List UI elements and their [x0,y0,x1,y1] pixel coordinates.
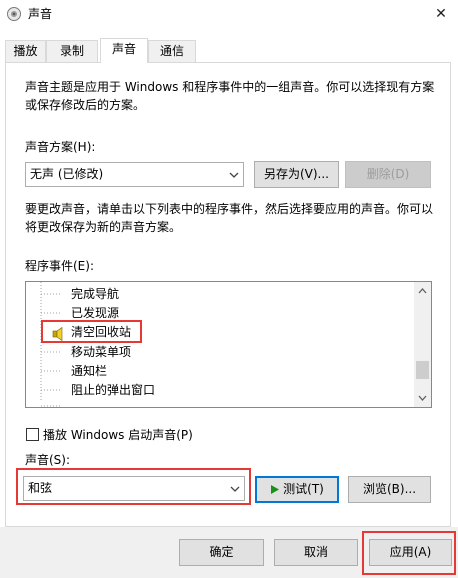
list-item-selected[interactable]: 清空回收站 [69,323,133,342]
list-item[interactable]: 已发现源 [71,304,119,323]
tab-label: 声音 [111,42,136,56]
scroll-thumb[interactable] [416,361,429,379]
save-as-button[interactable]: 另存为(V)... [254,161,339,188]
test-sound-button[interactable]: 测试(T) [255,476,339,503]
delete-label: 删除(D) [366,167,410,181]
apply-button[interactable]: 应用(A) [369,539,452,566]
browse-button[interactable]: 浏览(B)... [348,476,431,503]
browse-label: 浏览(B)... [362,482,417,496]
events-label: 程序事件(E): [25,259,94,273]
cancel-button[interactable]: 取消 [274,539,358,566]
tab-communications[interactable]: 通信 [148,40,196,62]
program-events-list[interactable]: 完成导航 已发现源 清空回收站 移动菜单项 通知栏 阻止的弹出窗口 [25,281,432,408]
window-title: 声音 [28,7,53,21]
tab-label: 录制 [59,44,84,58]
list-item[interactable]: 通知栏 [71,362,107,381]
sound-label: 声音(S): [25,453,71,467]
tab-sounds[interactable]: 声音 [100,38,148,63]
save-as-label: 另存为(V)... [263,167,330,181]
close-icon: ✕ [435,6,447,22]
ok-button[interactable]: 确定 [179,539,264,566]
tab-label: 播放 [13,44,38,58]
events-scrollbar[interactable] [414,282,431,407]
title-bar: 声音 ✕ [0,0,458,30]
sound-selected-value: 和弦 [28,481,53,495]
tab-playback[interactable]: 播放 [5,40,46,62]
ok-label: 确定 [209,545,234,559]
events-instructions-text: 要更改声音，请单击以下列表中的程序事件，然后选择要应用的声音。你可以将更改保存为… [25,202,434,234]
list-item[interactable]: 移动菜单项 [71,343,131,362]
speaker-app-icon [7,7,21,21]
scroll-up-icon[interactable] [418,287,427,294]
scheme-selected-value: 无声 (已修改) [30,167,104,181]
tree-guide-lines [40,282,62,407]
tab-recording[interactable]: 录制 [46,40,98,62]
startup-sound-label: 播放 Windows 启动声音(P) [43,428,193,442]
close-button[interactable]: ✕ [424,0,458,28]
apply-label: 应用(A) [389,545,432,559]
list-item[interactable]: 完成导航 [71,285,119,304]
speaker-icon [52,326,63,342]
tab-label: 通信 [159,44,184,58]
scheme-intro-text: 声音主题是应用于 Windows 和程序事件中的一组声音。你可以选择现有方案或保… [25,80,435,112]
delete-scheme-button[interactable]: 删除(D) [345,161,431,188]
list-item[interactable]: 阻止的弹出窗口 [71,381,155,400]
chevron-down-icon [230,486,240,492]
startup-sound-checkbox[interactable] [26,428,39,441]
cancel-label: 取消 [303,545,328,559]
scheme-label: 声音方案(H): [25,140,96,154]
chevron-down-icon [229,172,239,178]
sound-dropdown[interactable]: 和弦 [23,476,245,501]
scheme-dropdown[interactable]: 无声 (已修改) [25,162,244,187]
scroll-down-icon[interactable] [418,395,427,402]
play-icon [271,485,280,494]
test-label: 测试(T) [283,482,324,496]
